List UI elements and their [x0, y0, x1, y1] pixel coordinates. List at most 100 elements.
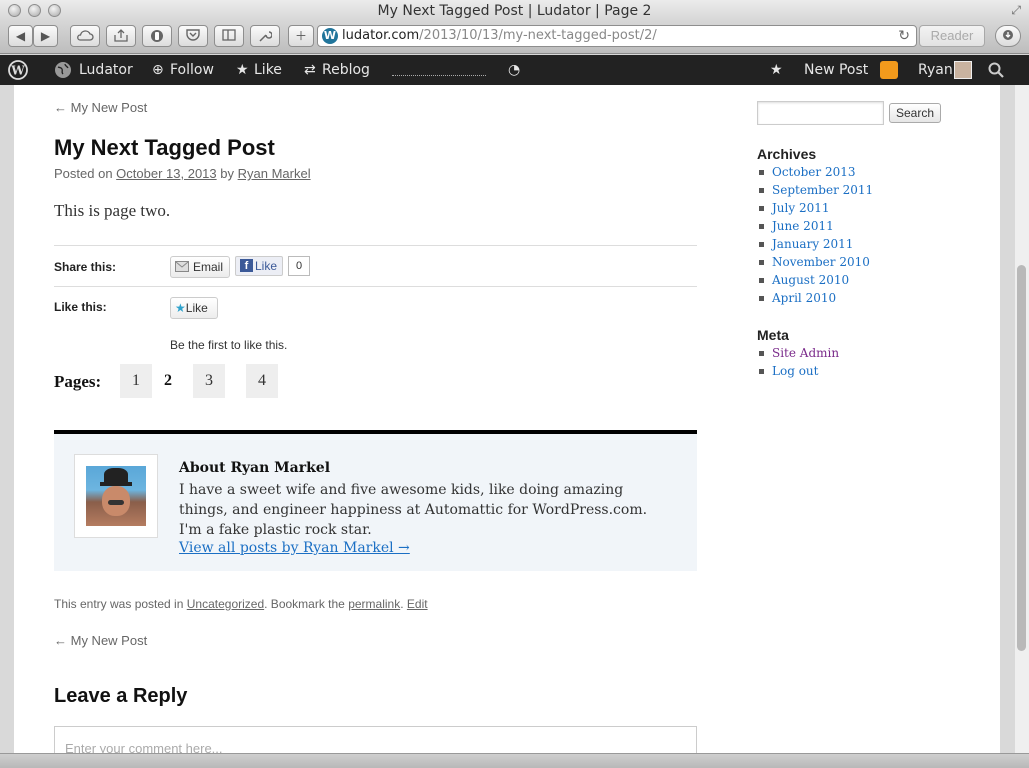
author-info-box: About Ryan Markel I have a sweet wife an…: [54, 430, 697, 571]
pages-label: Pages:: [54, 372, 102, 391]
archive-link[interactable]: April 2010: [757, 289, 873, 307]
reader-button[interactable]: Reader: [919, 25, 985, 47]
forward-button[interactable]: ▶: [33, 25, 58, 47]
category-link[interactable]: Uncategorized: [187, 597, 264, 611]
wrench-icon: [259, 31, 273, 42]
facebook-like-label: Like: [255, 259, 278, 273]
icloud-tabs-button[interactable]: [70, 25, 100, 47]
search-input[interactable]: [757, 101, 884, 125]
facebook-icon: f: [240, 259, 253, 272]
sidebar-button[interactable]: [214, 25, 244, 47]
page-viewport: ← My New Post My Next Tagged Post Posted…: [14, 85, 1000, 753]
reply-title: Leave a Reply: [54, 685, 188, 707]
post-author-link[interactable]: Ryan Markel: [238, 166, 311, 181]
wordpress-tool-button[interactable]: [250, 25, 280, 47]
archive-link[interactable]: October 2013: [757, 163, 873, 181]
archive-link[interactable]: July 2011: [757, 199, 873, 217]
like-star-icon: ★: [236, 62, 249, 78]
divider: [54, 245, 697, 246]
share-button[interactable]: [106, 25, 136, 47]
archive-link[interactable]: September 2011: [757, 181, 873, 199]
comment-input[interactable]: Enter your comment here...: [54, 726, 697, 753]
page-link-4[interactable]: 4: [246, 364, 278, 398]
like-star-icon: ★: [175, 301, 186, 315]
stats-icon[interactable]: ◔: [508, 55, 520, 85]
archive-link[interactable]: August 2010: [757, 271, 873, 289]
post-meta: Posted on October 13, 2013 by Ryan Marke…: [54, 166, 311, 181]
url-path: /2013/10/13/my-next-tagged-post/2/: [419, 28, 657, 43]
url-domain: ludator.com: [342, 28, 420, 43]
email-icon: [175, 261, 189, 272]
wp-admin-bar: W Ludator ⊕ Follow ★ Like ⇄ Reblog ◔ ★ N…: [0, 55, 1029, 85]
prev-post-link[interactable]: ← My New Post: [54, 100, 147, 115]
scrollbar-thumb[interactable]: [1017, 265, 1026, 651]
edit-link[interactable]: Edit: [407, 597, 428, 611]
author-box-title: About Ryan Markel: [179, 460, 331, 476]
notifications-icon[interactable]: [880, 61, 898, 79]
share-email-label: Email: [193, 260, 224, 274]
like-this-button-label: Like: [185, 301, 208, 315]
bottom-prev-post-link[interactable]: ← My New Post: [54, 633, 147, 648]
author-photo: [86, 466, 146, 526]
address-bar[interactable]: W ludator.com/2013/10/13/my-next-tagged-…: [317, 25, 917, 47]
like-button[interactable]: Like: [254, 55, 282, 85]
download-icon: [1003, 30, 1013, 40]
like-this-label: Like this:: [54, 300, 107, 314]
archives-list: October 2013 September 2011 July 2011 Ju…: [757, 163, 873, 307]
archive-link[interactable]: June 2011: [757, 217, 873, 235]
user-name[interactable]: Ryan: [918, 55, 953, 85]
author-avatar: [74, 454, 158, 538]
new-post-button[interactable]: New Post: [804, 55, 868, 85]
new-tab-button[interactable]: ＋: [288, 25, 314, 47]
fullscreen-icon[interactable]: ⤢: [1011, 3, 1021, 18]
reblog-icon: ⇄: [304, 62, 316, 78]
page-link-3[interactable]: 3: [193, 364, 225, 398]
wordpress-logo-icon[interactable]: W: [8, 55, 28, 85]
adblock-button[interactable]: [142, 25, 172, 47]
like-this-button[interactable]: ★Like: [170, 297, 218, 319]
post-title: My Next Tagged Post: [54, 135, 275, 160]
author-posts-link[interactable]: View all posts by Ryan Markel →: [179, 540, 410, 556]
browser-toolbar: ◀ ▶ ＋ W ludator.com/2013/10/13/my-next-t…: [0, 22, 1029, 54]
log-out-link[interactable]: Log out: [757, 362, 839, 380]
post-date-link[interactable]: October 13, 2013: [116, 166, 216, 181]
facebook-like-count: 0: [288, 256, 310, 276]
globe-icon: [54, 55, 72, 85]
site-admin-link[interactable]: Site Admin: [757, 344, 839, 362]
pocket-icon: [186, 29, 200, 41]
follow-button[interactable]: Follow: [170, 55, 214, 85]
author-bio: I have a sweet wife and five awesome kid…: [179, 482, 648, 538]
search-icon[interactable]: [988, 55, 1004, 85]
page-link-1[interactable]: 1: [120, 364, 152, 398]
entry-footer-meta: This entry was posted in Uncategorized. …: [54, 597, 428, 611]
reload-icon[interactable]: ↻: [898, 26, 910, 46]
posted-in-label: This entry was posted in: [54, 597, 184, 611]
site-favicon-icon: W: [322, 28, 338, 44]
reblog-button[interactable]: Reblog: [322, 55, 370, 85]
by-label: by: [220, 166, 234, 181]
downloads-button[interactable]: [995, 25, 1021, 47]
permalink-link[interactable]: permalink: [348, 597, 400, 611]
share-email-button[interactable]: Email: [170, 256, 230, 278]
archive-link[interactable]: November 2010: [757, 253, 873, 271]
search-button[interactable]: Search: [889, 103, 941, 123]
share-label: Share this:: [54, 260, 117, 274]
cloud-icon: [77, 30, 94, 41]
archive-link[interactable]: January 2011: [757, 235, 873, 253]
user-avatar[interactable]: [954, 61, 972, 79]
pocket-button[interactable]: [178, 25, 208, 47]
current-page: 2: [164, 372, 172, 389]
sidebar-icon: [222, 29, 236, 41]
post-body: This is page two.: [54, 201, 171, 220]
facebook-like-button[interactable]: f Like: [235, 256, 283, 276]
window-title: My Next Tagged Post | Ludator | Page 2: [377, 3, 652, 19]
bookmark-label: . Bookmark the: [264, 597, 345, 611]
divider: [54, 286, 697, 287]
meta-title: Meta: [757, 327, 789, 343]
hand-icon: [151, 30, 163, 42]
follow-star-icon[interactable]: ★: [770, 55, 783, 85]
first-to-like-text: Be the first to like this.: [170, 338, 288, 352]
stats-sparkline: [392, 72, 486, 76]
site-name-link[interactable]: Ludator: [79, 55, 133, 85]
back-button[interactable]: ◀: [8, 25, 33, 47]
